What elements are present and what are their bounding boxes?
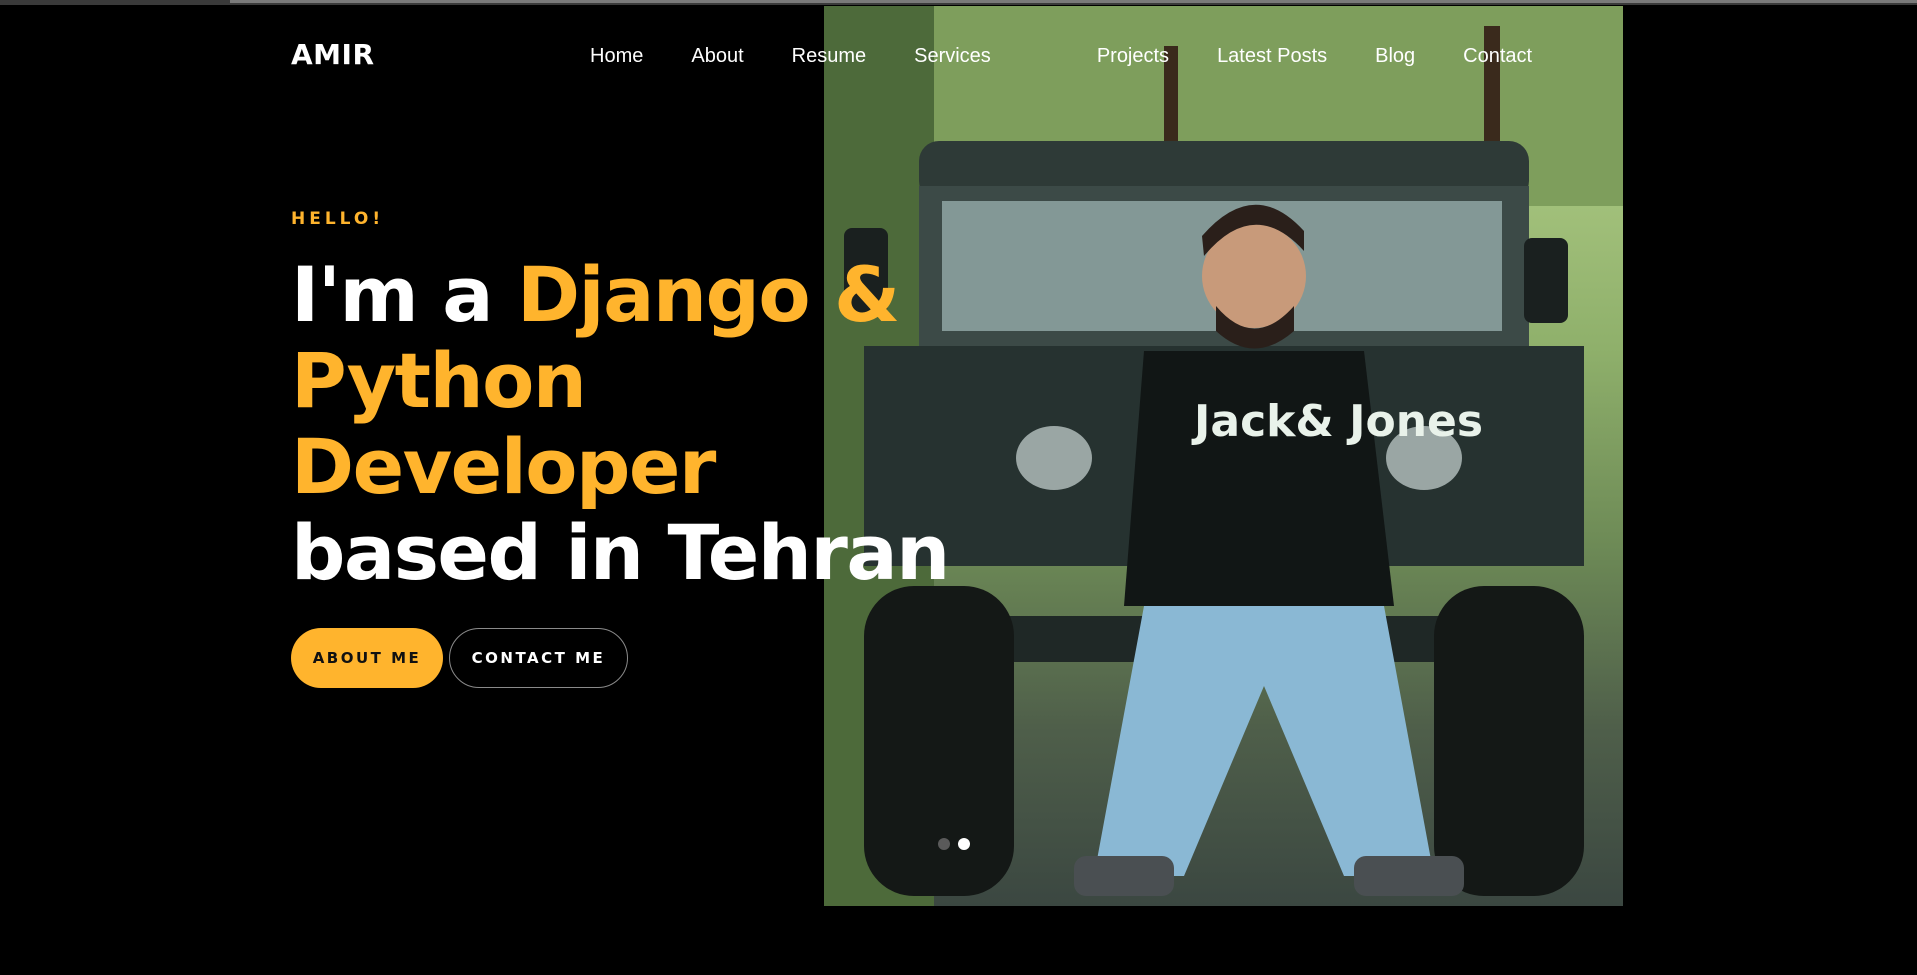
right-tire [1434,586,1584,896]
slider-dot-1[interactable] [938,838,950,850]
browser-top-strip [0,0,1917,5]
browser-top-highlight [230,0,1917,3]
slider-dots [938,838,970,850]
left-sneaker [1074,856,1174,896]
nav-home[interactable]: Home [590,38,643,72]
tshirt-print: Jack& Jones [1191,396,1483,447]
headline-part-2: based in Tehran [291,508,950,597]
hero-headline: I'm a Django & Python Developer based in… [291,252,971,596]
nav-contact[interactable]: Contact [1463,38,1532,72]
headline-part-1: I'm a [291,250,517,339]
nav-blog[interactable]: Blog [1375,38,1415,72]
hero-eyebrow: HELLO! [291,209,385,229]
person-jeans [1094,606,1434,876]
headline-row-1: I'm a Django & [291,252,971,338]
headline-accent-2: Python [291,336,587,425]
main-nav: Home About Resume Services Projects Late… [590,38,1580,72]
about-me-button[interactable]: ABOUT ME [291,628,443,688]
person-tshirt [1124,351,1394,606]
contact-me-button[interactable]: CONTACT ME [449,628,628,688]
left-headlight [1016,426,1092,490]
brand-logo[interactable]: AMIR [291,38,375,71]
nav-latest-posts[interactable]: Latest Posts [1217,38,1327,72]
right-mirror [1524,238,1568,323]
slider-dot-2[interactable] [958,838,970,850]
nav-projects[interactable]: Projects [1097,38,1169,72]
nav-about[interactable]: About [691,38,743,72]
headline-accent-1: Django & [516,250,900,339]
nav-services[interactable]: Services [914,38,991,72]
headline-accent-3: Developer [291,422,716,511]
nav-resume[interactable]: Resume [792,38,866,72]
right-sneaker [1354,856,1464,896]
